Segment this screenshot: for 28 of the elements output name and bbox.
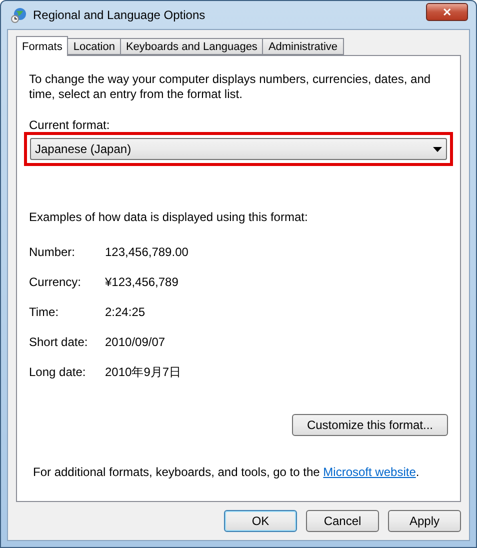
- example-label: Number:: [29, 245, 76, 260]
- example-label: Time:: [29, 305, 60, 320]
- website-link[interactable]: Microsoft website: [323, 465, 416, 479]
- window-title: Regional and Language Options: [33, 8, 206, 22]
- tab[interactable]: Administrative: [262, 38, 344, 55]
- example-label: Short date:: [29, 335, 89, 350]
- footer-text: For additional formats, keyboards, and tools, go to the Microsoft website.: [32, 465, 420, 481]
- globe-icon: [11, 7, 27, 23]
- example-value: 2010年9月7日: [105, 365, 182, 380]
- example-label: Currency:: [29, 275, 82, 290]
- close-button[interactable]: ✕: [426, 3, 468, 21]
- caret-icon: [433, 146, 442, 152]
- instruction-text: To change the way your computer displays numbers, currencies, dates, and time, select an entry from the format list.: [29, 72, 432, 102]
- dialog-button[interactable]: OK: [224, 510, 297, 532]
- example-label: Long date:: [29, 365, 87, 380]
- dialog-button[interactable]: Cancel: [306, 510, 379, 532]
- format-dropdown[interactable]: Japanese (Japan): [30, 138, 447, 160]
- tab[interactable]: Location: [67, 38, 121, 55]
- example-value: 2010/09/07: [105, 335, 166, 350]
- tab[interactable]: Keyboards and Languages: [120, 38, 264, 55]
- tab[interactable]: Formats: [16, 36, 68, 56]
- field-label: Current format:: [29, 118, 111, 132]
- example-value: 2:24:25: [105, 305, 146, 320]
- example-value: ¥123,456,789: [105, 275, 180, 290]
- example-value: 123,456,789.00: [105, 245, 190, 260]
- examples-heading: Examples of how data is displayed using this format:: [29, 210, 309, 225]
- customize-button[interactable]: Customize this format...: [292, 414, 448, 436]
- dialog-button[interactable]: Apply: [388, 510, 461, 532]
